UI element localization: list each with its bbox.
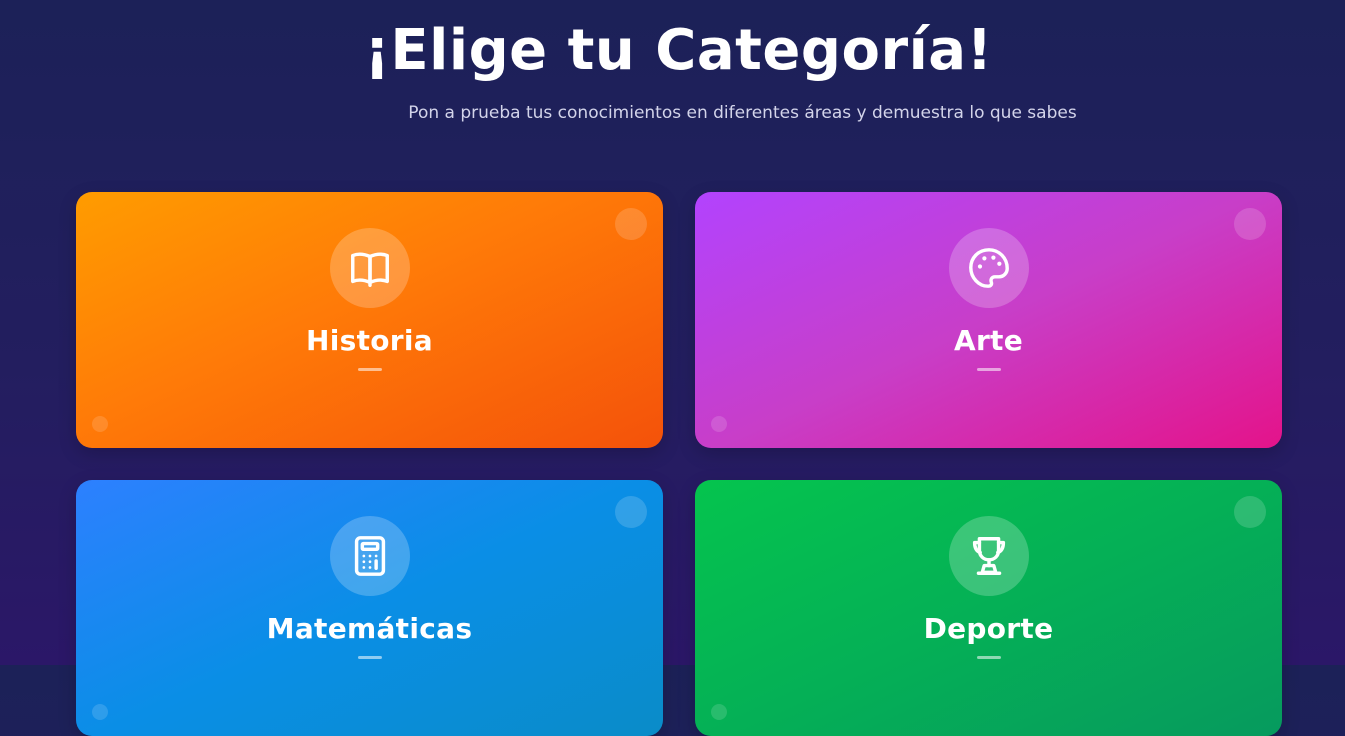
category-card-deporte[interactable]: Deporte (695, 480, 1282, 736)
decorative-circle (1234, 496, 1266, 528)
book-icon (330, 228, 410, 308)
page-title: ¡Elige tu Categoría! (364, 18, 993, 83)
label-underline (977, 368, 1001, 371)
trophy-icon (949, 516, 1029, 596)
category-label: Arte (953, 324, 1024, 357)
category-label: Historia (305, 324, 434, 357)
decorative-dot (92, 704, 108, 720)
decorative-dot (92, 416, 108, 432)
category-card-matematicas[interactable]: Matemáticas (76, 480, 663, 736)
category-label: Deporte (923, 612, 1054, 645)
category-label: Matemáticas (266, 612, 473, 645)
label-underline (977, 656, 1001, 659)
page-subtitle: Pon a prueba tus conocimientos en difere… (408, 103, 1077, 123)
decorative-dot (711, 416, 727, 432)
calculator-icon (330, 516, 410, 596)
decorative-circle (1234, 208, 1266, 240)
label-underline (358, 368, 382, 371)
label-underline (358, 656, 382, 659)
decorative-circle (615, 496, 647, 528)
palette-icon (949, 228, 1029, 308)
decorative-circle (615, 208, 647, 240)
category-card-historia[interactable]: Historia (76, 192, 663, 448)
decorative-dot (711, 704, 727, 720)
category-card-arte[interactable]: Arte (695, 192, 1282, 448)
